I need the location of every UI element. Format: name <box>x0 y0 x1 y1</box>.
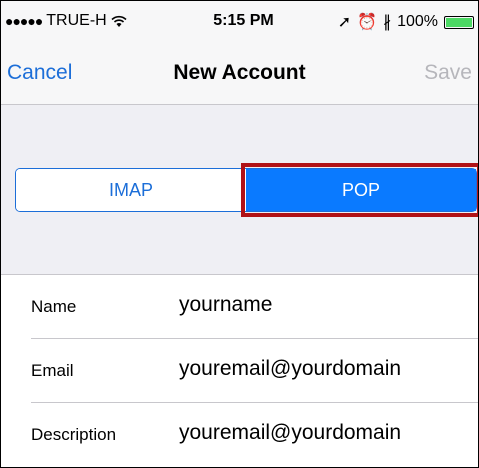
save-button[interactable]: Save <box>424 61 472 85</box>
status-right: ➚ ⏰ ∦ 100% <box>338 12 474 32</box>
alarm-icon: ⏰ <box>357 14 378 31</box>
bluetooth-icon: ∦ <box>383 14 392 31</box>
battery-percent: 100% <box>397 13 438 30</box>
location-icon: ➚ <box>337 14 352 31</box>
email-label: Email <box>31 361 74 380</box>
navigation-bar: Cancel New Account Save <box>1 41 478 105</box>
description-label: Description <box>31 425 117 444</box>
status-bar: ●●●●● TRUE-H 5:15 PM ➚ ⏰ ∦ 100% <box>1 1 478 41</box>
battery-icon <box>444 15 474 29</box>
form-row-description[interactable]: Description youremail@yourdomain <box>1 403 478 467</box>
account-form: Name yourname Email youremail@yourdomain… <box>1 275 478 467</box>
screen-frame: ●●●●● TRUE-H 5:15 PM ➚ ⏰ ∦ 100% Cancel N… <box>0 0 479 468</box>
name-field[interactable]: yourname <box>179 293 272 317</box>
form-row-email[interactable]: Email youremail@yourdomain <box>1 339 478 403</box>
email-field[interactable]: youremail@yourdomain <box>179 357 401 381</box>
form-row-name[interactable]: Name yourname <box>1 275 478 339</box>
description-field[interactable]: youremail@yourdomain <box>179 421 401 445</box>
account-type-segmented-control: IMAP POP <box>15 168 477 212</box>
name-label: Name <box>31 297 77 316</box>
page-title: New Account <box>173 61 306 84</box>
segment-pop[interactable]: POP <box>246 169 476 211</box>
segment-imap[interactable]: IMAP <box>16 169 246 211</box>
